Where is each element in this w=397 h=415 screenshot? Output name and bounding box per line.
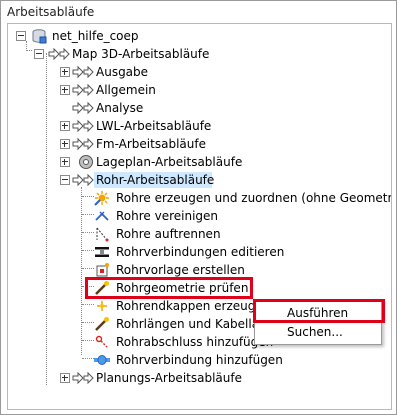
tree-node-rohr[interactable]: Rohr-Arbeitsabläufe — [60, 171, 270, 189]
tree-node-planungs[interactable]: Planungs-Arbeitsabläufe — [60, 369, 270, 387]
tree-node-label: Rohr-Arbeitsabläufe — [96, 173, 215, 187]
workflow-item-label: Rohrendkappen erzeugen — [116, 299, 271, 313]
join-icon — [94, 208, 110, 224]
panel-title: Arbeitsabläufe — [7, 5, 95, 19]
workflow-item[interactable]: Rohrverbindungen editieren — [94, 243, 384, 261]
workflow-item-label: Rohre erzeugen und zuordnen (ohne Geomet… — [116, 191, 392, 205]
workflow-item-label: Rohre auftrennen — [116, 227, 221, 241]
workflow-arrow-icon — [48, 46, 70, 62]
workflow-arrow-icon — [72, 100, 94, 116]
tree-node-fm[interactable]: Fm-Arbeitsabläufe — [60, 135, 260, 153]
split-icon — [94, 226, 110, 242]
workflow-arrow-icon — [72, 118, 94, 134]
workflow-item-label: Rohrverbindungen editieren — [116, 245, 285, 259]
tree-node-root[interactable]: net_hilfe_coep — [16, 27, 216, 45]
tree-node-label: Lageplan-Arbeitsabläufe — [96, 155, 243, 169]
collapse-toggle[interactable] — [34, 49, 44, 59]
length-icon — [94, 316, 110, 332]
tree-node-map3d[interactable]: Map 3D-Arbeitsabläufe — [34, 45, 254, 63]
tree-node-analyse[interactable]: Analyse — [60, 99, 260, 117]
tree-node-label: Map 3D-Arbeitsabläufe — [72, 47, 210, 61]
tree-node-label: Ausgabe — [96, 65, 149, 79]
workflow-arrow-icon — [72, 82, 94, 98]
menu-item-search[interactable]: Suchen... — [287, 325, 343, 339]
workflow-arrow-icon — [72, 64, 94, 80]
tree-node-lwl[interactable]: LWL-Arbeitsabläufe — [60, 117, 260, 135]
workflow-item-label: Rohre vereinigen — [116, 209, 219, 223]
tree-node-label: net_hilfe_coep — [52, 29, 139, 43]
workflow-arrow-icon — [72, 370, 94, 386]
workflow-tree[interactable]: net_hilfe_coep Map 3D-Arbeitsabläufe Aus… — [7, 23, 392, 410]
tree-node-label: Planungs-Arbeitsabläufe — [96, 371, 242, 385]
sun-spark-icon — [94, 190, 110, 206]
template-icon — [94, 262, 110, 278]
collapse-toggle[interactable] — [16, 31, 26, 41]
workflow-item-label: Rohrabschluss hinzufügen — [116, 335, 274, 349]
tree-node-label: Analyse — [96, 101, 144, 115]
connection-edit-icon — [94, 244, 110, 260]
expand-toggle[interactable] — [60, 373, 70, 383]
endcap-icon — [94, 298, 110, 314]
lageplan-gear-icon — [78, 154, 94, 170]
highlight-box-item — [85, 277, 253, 299]
tree-node-label: Allgemein — [96, 83, 156, 97]
expand-toggle[interactable] — [60, 139, 70, 149]
tree-node-ausgabe[interactable]: Ausgabe — [60, 63, 260, 81]
workflow-item[interactable]: Rohre vereinigen — [94, 207, 384, 225]
workflow-panel: Arbeitsabläufe net_hilfe_coep Map 3D-Arb… — [0, 0, 397, 415]
workflow-item[interactable]: Rohrverbindung hinzufügen — [94, 351, 384, 369]
workflow-item[interactable]: Rohre erzeugen und zuordnen (ohne Geomet… — [94, 189, 391, 207]
expand-toggle[interactable] — [60, 157, 70, 167]
termination-icon — [94, 334, 110, 350]
pipe-connection-icon — [94, 352, 110, 368]
database-icon — [31, 28, 47, 44]
tree-node-lageplan[interactable]: Lageplan-Arbeitsabläufe — [60, 153, 270, 171]
highlight-box-run — [253, 299, 385, 323]
collapse-toggle[interactable] — [60, 175, 70, 185]
expand-toggle[interactable] — [60, 85, 70, 95]
workflow-arrow-icon — [72, 172, 94, 188]
tree-node-label: Fm-Arbeitsabläufe — [96, 137, 206, 151]
expand-toggle[interactable] — [60, 121, 70, 131]
workflow-item-label: Rohrverbindung hinzufügen — [116, 353, 283, 367]
expand-toggle[interactable] — [60, 67, 70, 77]
workflow-item[interactable]: Rohre auftrennen — [94, 225, 384, 243]
tree-node-label: LWL-Arbeitsabläufe — [96, 119, 212, 133]
workflow-arrow-icon — [72, 136, 94, 152]
tree-node-allgemein[interactable]: Allgemein — [60, 81, 260, 99]
